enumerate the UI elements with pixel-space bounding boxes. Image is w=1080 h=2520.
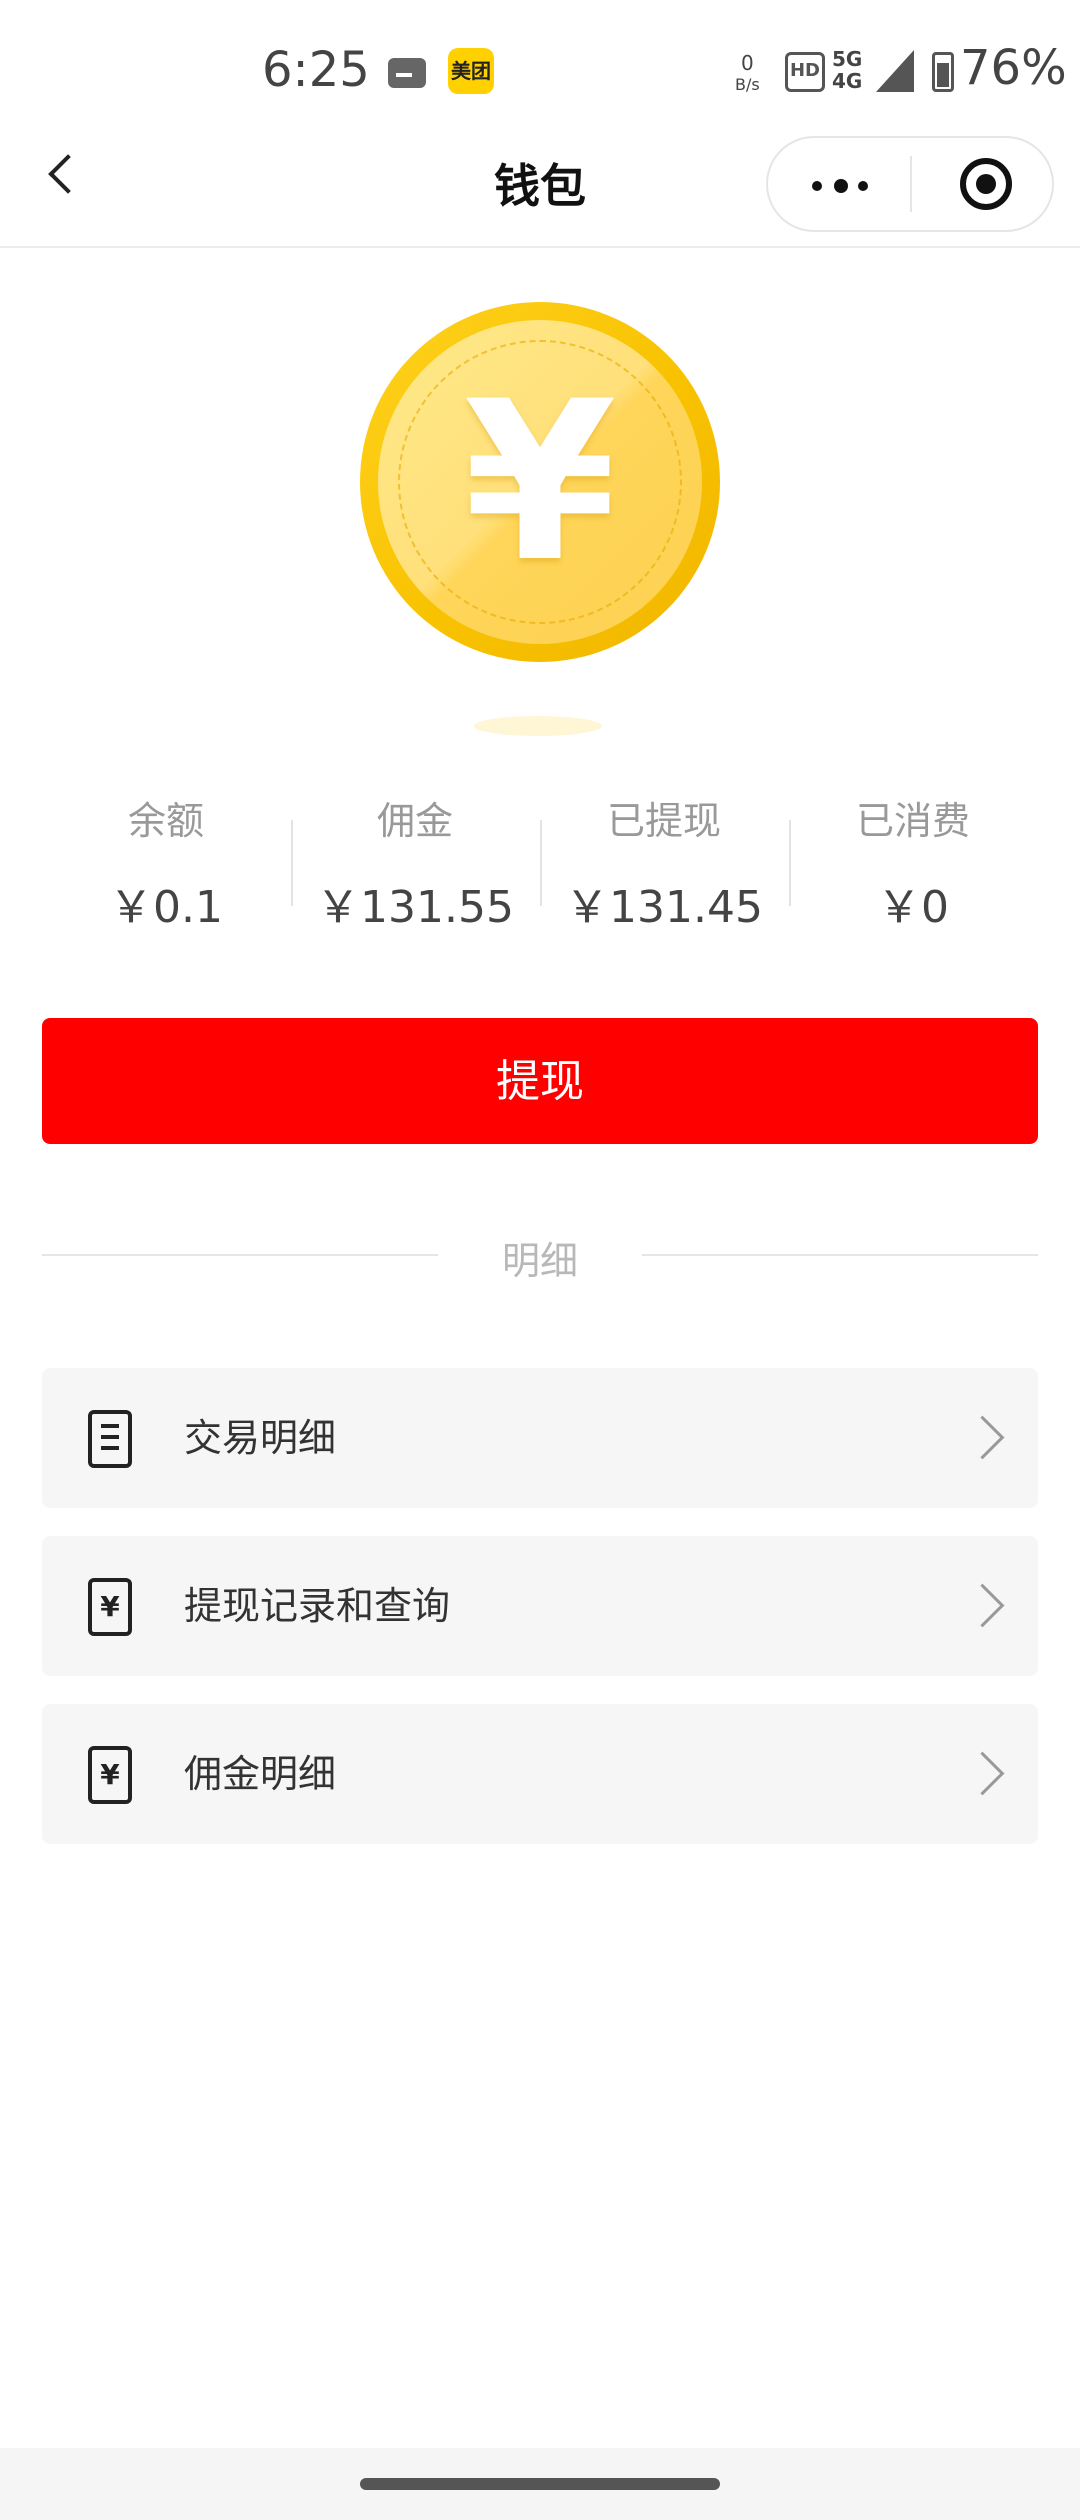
yen-glyph: ¥: [100, 1758, 120, 1791]
network-speed-value: 0: [740, 51, 754, 75]
more-options-icon[interactable]: [812, 179, 868, 193]
section-divider-right: [642, 1254, 1038, 1256]
close-miniprogram-icon[interactable]: [960, 158, 1012, 210]
network-speed: 0 B/s: [735, 52, 760, 96]
stat-commission: 佣金 ￥131.55: [291, 790, 539, 935]
document-icon: [88, 1410, 132, 1468]
stat-label: 已提现: [606, 799, 721, 843]
coin-yen-symbol: ¥: [463, 354, 617, 610]
yen-glyph: ¥: [100, 1590, 120, 1623]
battery-icon: [932, 52, 954, 92]
yen-receipt-icon: ¥: [88, 1746, 132, 1804]
stat-label: 已消费: [855, 799, 970, 843]
nav-divider: [0, 246, 1080, 248]
stat-withdrawn: 已提现 ￥131.45: [540, 790, 788, 935]
list-item-commission-details[interactable]: ¥ 佣金明细: [42, 1704, 1038, 1844]
capsule-divider: [910, 156, 912, 212]
stat-label: 佣金: [376, 799, 453, 843]
chevron-right-icon: [960, 1415, 1005, 1460]
stat-balance: 余额 ￥0.1: [42, 790, 290, 935]
network-type-top: 5G: [832, 47, 863, 71]
stat-label: 余额: [127, 799, 204, 843]
status-bar: 6:25 美团 0 B/s HD 5G 4G 76%: [0, 0, 1080, 148]
chevron-right-icon: [960, 1751, 1005, 1796]
list-item-label: 交易明细: [184, 1416, 337, 1460]
status-time: 6:25: [262, 42, 370, 98]
home-indicator[interactable]: [360, 2478, 720, 2490]
network-type: 5G 4G: [832, 48, 862, 92]
stat-value: ￥0: [877, 882, 949, 933]
list-item-label: 提现记录和查询: [184, 1584, 451, 1628]
message-notification-icon: [388, 58, 426, 88]
battery-percent: 76%: [960, 40, 1067, 96]
list-item-transaction-details[interactable]: 交易明细: [42, 1368, 1038, 1508]
yen-receipt-icon: ¥: [88, 1578, 132, 1636]
list-item-withdraw-records[interactable]: ¥ 提现记录和查询: [42, 1536, 1038, 1676]
stat-value: ￥0.1: [109, 882, 223, 933]
list-item-label: 佣金明细: [184, 1752, 337, 1796]
network-type-bottom: 4G: [832, 69, 863, 93]
stat-value: ￥131.45: [565, 882, 763, 933]
meituan-app-icon: 美团: [448, 48, 494, 94]
withdraw-button[interactable]: 提现: [42, 1018, 1038, 1144]
chevron-right-icon: [960, 1583, 1005, 1628]
network-speed-unit: B/s: [735, 75, 760, 94]
signal-icon: [876, 50, 914, 92]
sim-hd-icon: HD: [785, 52, 825, 92]
stat-consumed: 已消费 ￥0: [789, 790, 1037, 935]
section-title: 明细: [501, 1239, 578, 1283]
stat-value: ￥131.55: [316, 882, 514, 933]
section-divider-left: [42, 1254, 438, 1256]
coin-shadow: [474, 716, 602, 736]
